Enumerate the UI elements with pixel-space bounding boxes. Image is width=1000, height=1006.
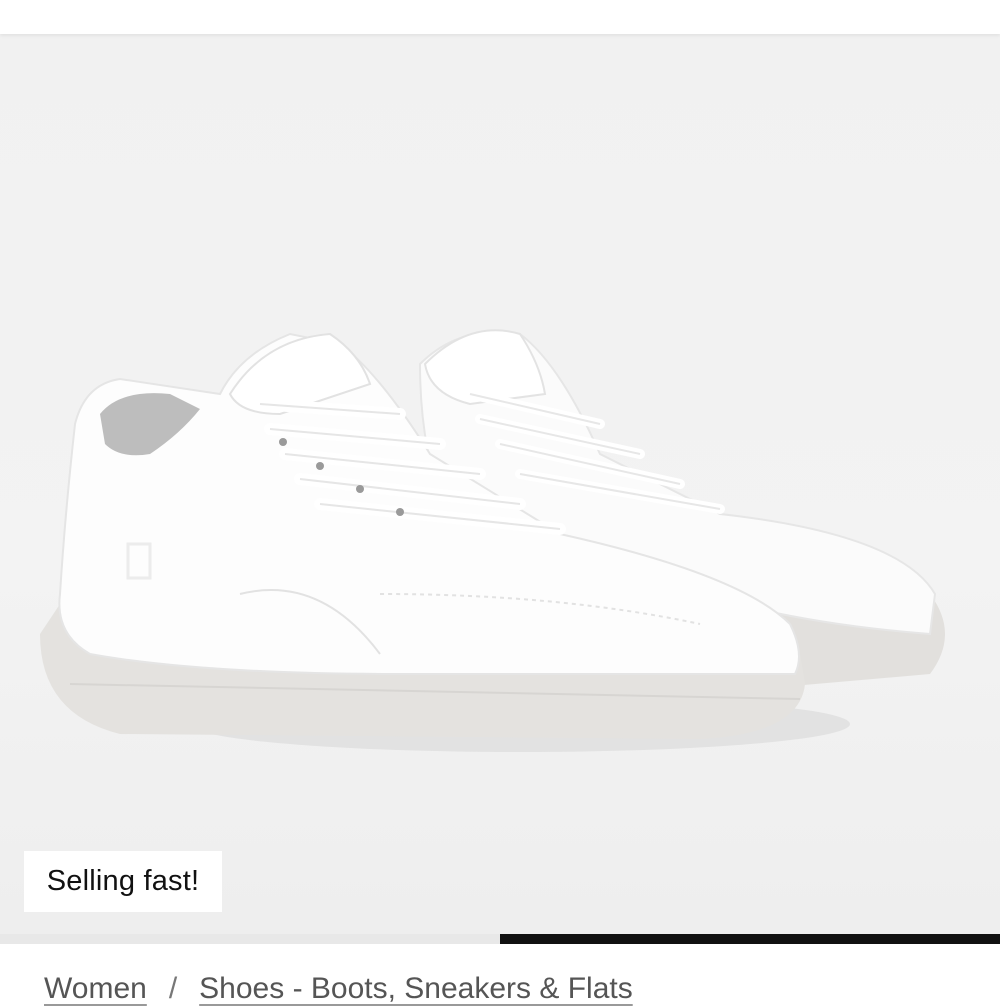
product-image-gallery[interactable]: Selling fast! (0, 34, 1000, 934)
gallery-progress-bar (0, 934, 1000, 944)
top-header-bar (0, 0, 1000, 34)
product-image[interactable] (0, 34, 1000, 934)
breadcrumb-item-women[interactable]: Women (44, 972, 147, 1006)
breadcrumb: Women / Shoes - Boots, Sneakers & Flats (44, 972, 633, 1006)
breadcrumb-separator: / (168, 972, 178, 1005)
gallery-progress-fill (500, 934, 1000, 944)
selling-fast-badge: Selling fast! (24, 851, 222, 912)
breadcrumb-item-shoes[interactable]: Shoes - Boots, Sneakers & Flats (199, 972, 633, 1006)
